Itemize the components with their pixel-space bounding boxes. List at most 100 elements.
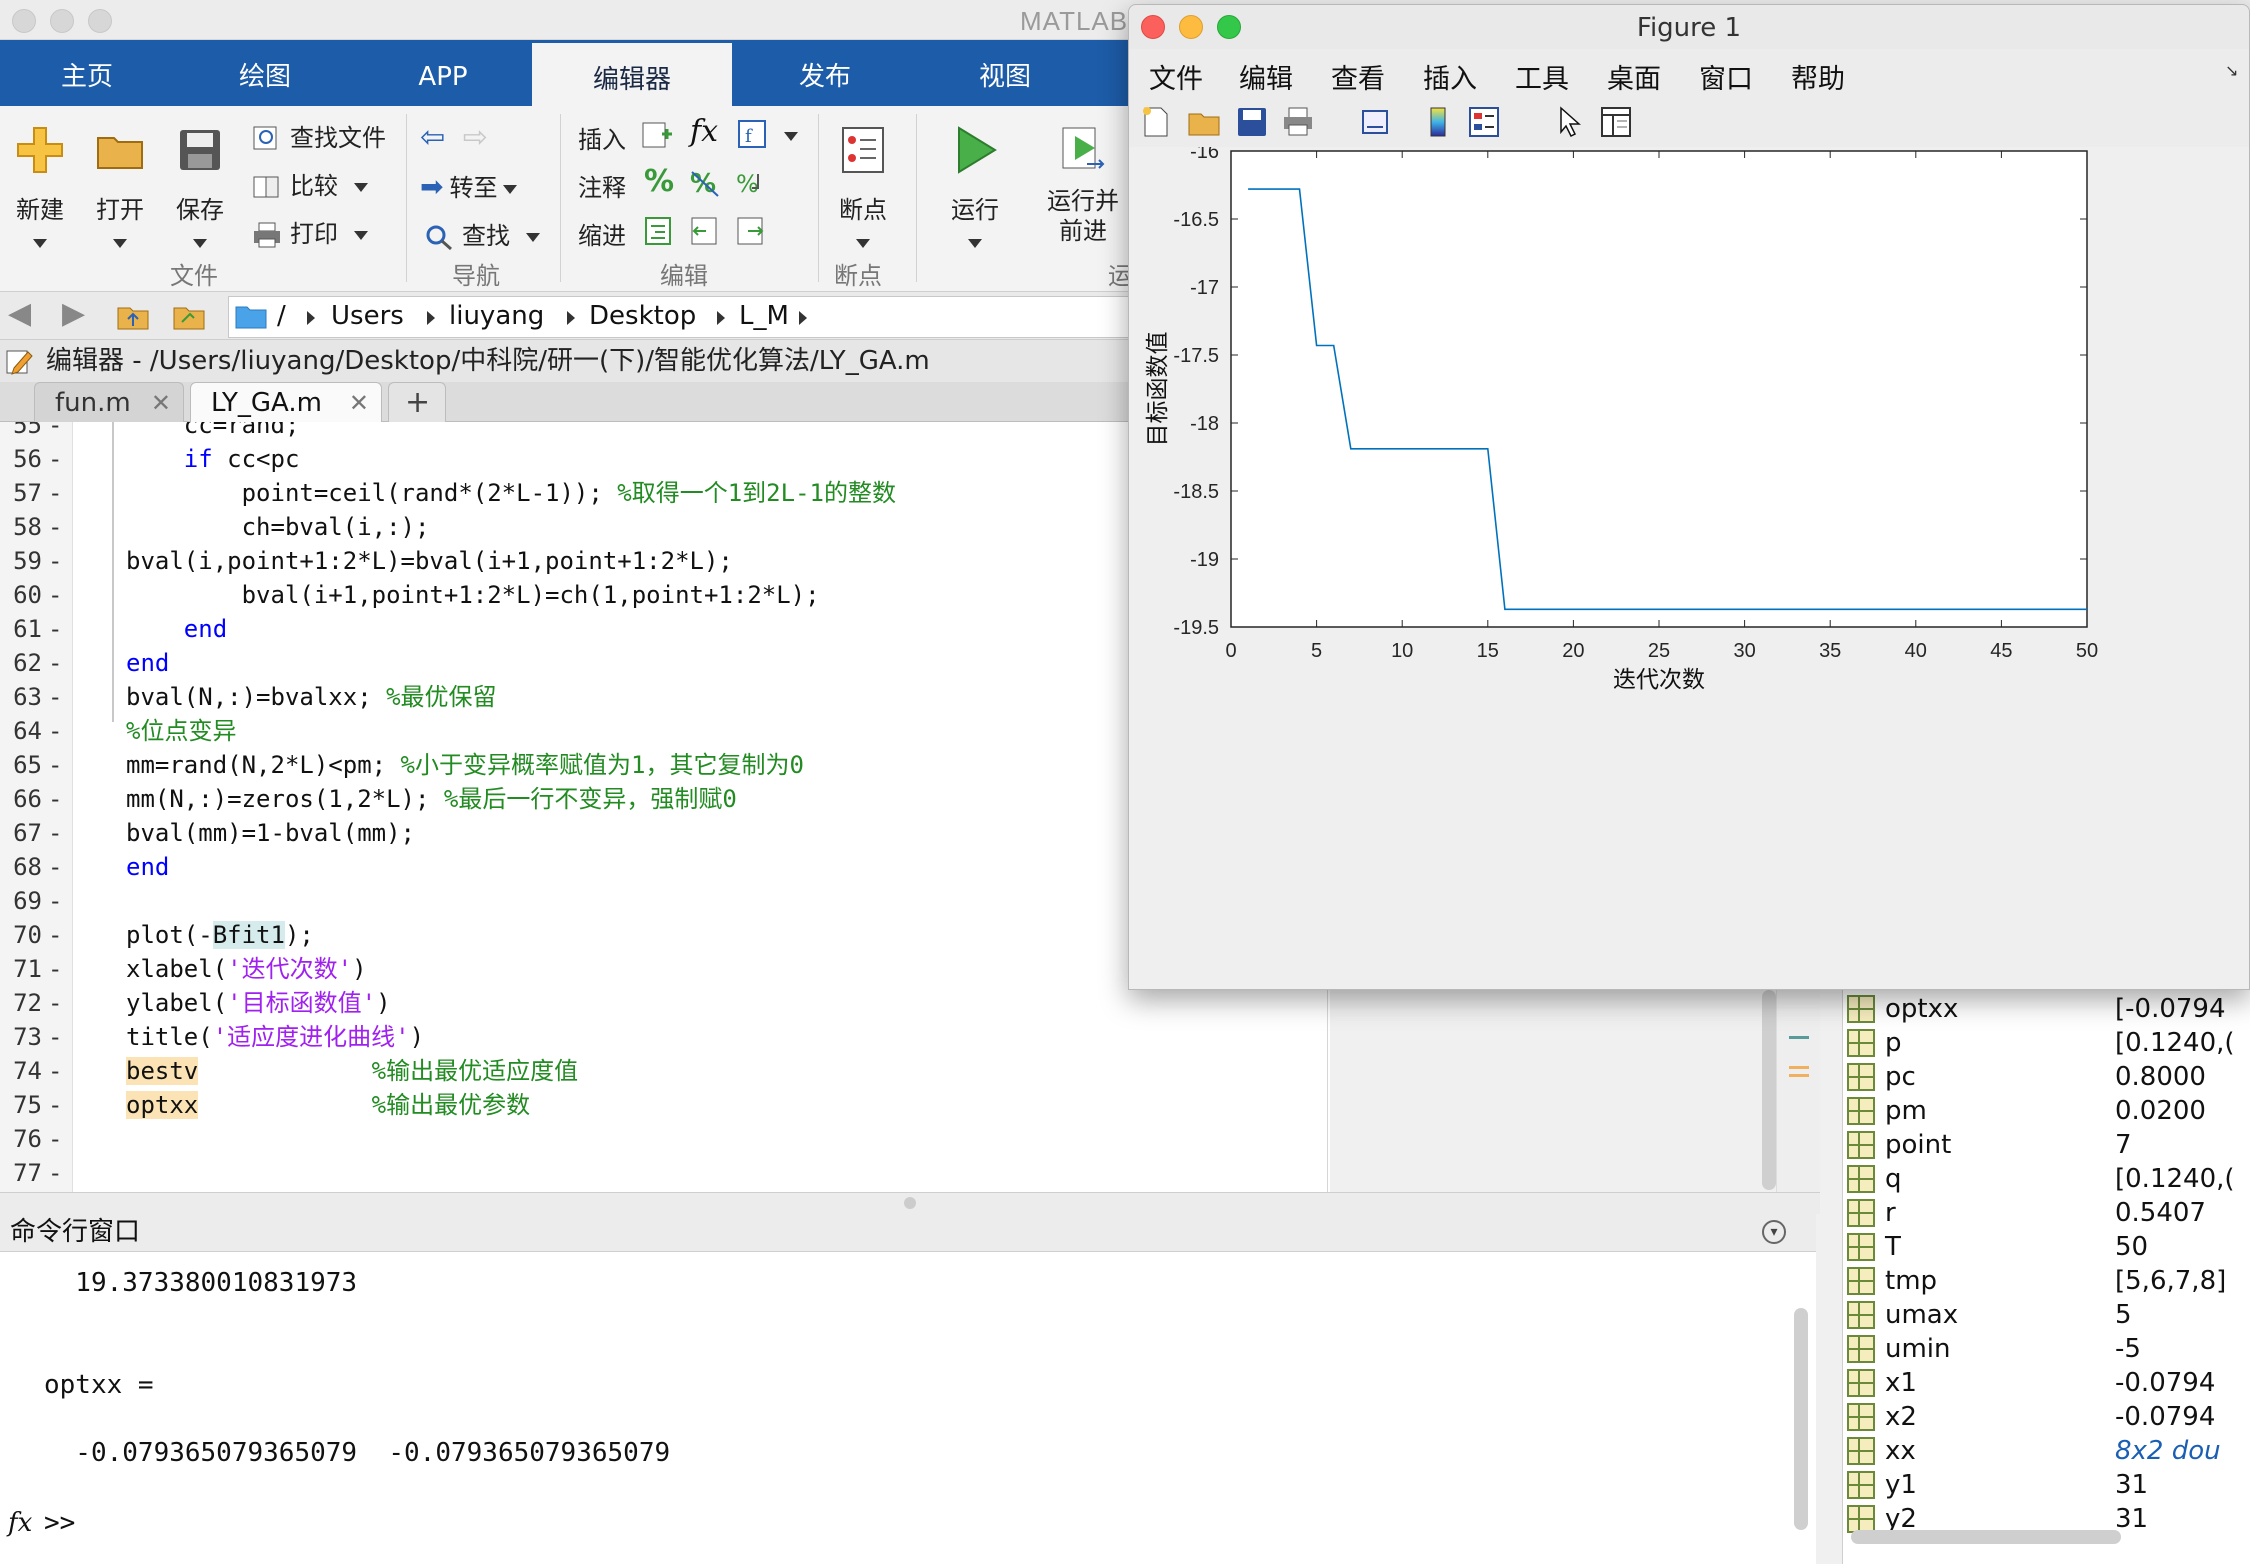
indent-button[interactable]: 缩进 [578, 216, 626, 251]
panel-menu-icon[interactable]: ▾ [1762, 1220, 1786, 1244]
workspace-row[interactable]: optxx [-0.0794 [1843, 992, 2250, 1026]
close-icon[interactable]: ✕ [349, 383, 369, 423]
command-window-scrollbar[interactable] [1794, 1308, 1808, 1530]
code-line[interactable]: 73- title('适应度进化曲线') [0, 1020, 1330, 1054]
breakpoint-dash[interactable]: - [48, 1020, 62, 1054]
print-button[interactable]: 打印 [252, 214, 368, 249]
smart-indent-icon[interactable] [642, 214, 676, 248]
workspace-row[interactable]: point 7 [1843, 1128, 2250, 1162]
colorbar-icon[interactable] [1421, 105, 1455, 139]
cursor-icon[interactable] [1553, 105, 1587, 139]
breakpoint-dash[interactable]: - [48, 918, 62, 952]
breakpoint-dash[interactable]: - [48, 1156, 62, 1190]
menu-file[interactable]: 文件 [1149, 57, 1203, 96]
breakpoint-dash[interactable]: - [48, 422, 62, 442]
workspace-row[interactable]: q [0.1240,( [1843, 1162, 2250, 1196]
save-button[interactable]: 保存 [170, 124, 230, 253]
forward-arrow-icon[interactable]: ▶ [62, 296, 85, 331]
workspace-scrollbar[interactable] [1851, 1530, 2121, 1544]
arrow-left-icon[interactable]: ⇦ [420, 120, 445, 155]
breakpoint-dash[interactable]: - [48, 1054, 62, 1088]
goto-button[interactable]: ➡ 转至 [420, 168, 518, 203]
menu-window[interactable]: 窗口 [1699, 57, 1753, 96]
workspace-row[interactable]: x1 -0.0794 [1843, 1366, 2250, 1400]
editor-scrollbar[interactable] [1762, 990, 1776, 1190]
workspace-row[interactable]: umax 5 [1843, 1298, 2250, 1332]
compare-button[interactable]: 比较 [252, 166, 368, 201]
workspace-row[interactable]: tmp [5,6,7,8] [1843, 1264, 2250, 1298]
insert-function-icon[interactable]: fx [690, 114, 718, 149]
property-editor-icon[interactable] [1599, 105, 1633, 139]
minimize-window-button[interactable] [50, 9, 74, 33]
splitter-grip-icon[interactable] [904, 1197, 916, 1209]
breakpoint-dash[interactable]: - [48, 714, 62, 748]
breakpoint-dash[interactable]: - [48, 1122, 62, 1156]
back-forward-buttons[interactable]: ⇦ ⇨ [420, 120, 488, 155]
new-tab-button[interactable]: + [388, 382, 446, 422]
chevron-down-icon[interactable] [784, 132, 798, 141]
breakpoint-dash[interactable]: - [48, 544, 62, 578]
print-figure-icon[interactable] [1281, 105, 1315, 139]
tab-editor[interactable]: 编辑器 [532, 40, 732, 109]
breakpoint-dash[interactable]: - [48, 612, 62, 646]
code-line[interactable]: 76- [0, 1122, 1330, 1156]
close-window-button[interactable] [12, 9, 36, 33]
tab-plots[interactable]: 绘图 [200, 40, 330, 106]
breakpoint-dash[interactable]: - [48, 782, 62, 816]
up-folder-icon[interactable] [116, 300, 150, 332]
tab-ly-ga-m[interactable]: LY_GA.m ✕ [190, 382, 382, 422]
fitness-chart[interactable]: 0 5 10 15 20 25 30 35 40 45 50 -16 -16.5 -17 -17.5 -18 -… [1129, 123, 2249, 989]
warning-marker[interactable] [1789, 1074, 1809, 1077]
new-figure-icon[interactable] [1139, 105, 1173, 139]
message-marker[interactable] [1789, 1036, 1809, 1039]
find-files-button[interactable]: 查找文件 [252, 118, 386, 153]
breakpoint-dash[interactable]: - [48, 578, 62, 612]
run-button[interactable]: 运行 [940, 124, 1010, 253]
menu-insert[interactable]: 插入 [1423, 57, 1477, 96]
breakpoint-dash[interactable]: - [48, 748, 62, 782]
legend-icon[interactable] [1467, 105, 1501, 139]
open-file-icon[interactable] [1187, 105, 1221, 139]
find-button[interactable]: 查找 [424, 216, 540, 251]
breakpoint-dash[interactable]: - [48, 680, 62, 714]
code-line[interactable]: 77- [0, 1156, 1330, 1190]
back-arrow-icon[interactable]: ◀ [8, 296, 31, 331]
menu-view[interactable]: 查看 [1331, 57, 1385, 96]
workspace-row[interactable]: T 50 [1843, 1230, 2250, 1264]
breakpoints-button[interactable]: 断点 [830, 124, 896, 253]
code-line[interactable]: 72- ylabel('目标函数值') [0, 986, 1330, 1020]
breakpoint-dash[interactable]: - [48, 476, 62, 510]
breakpoint-dash[interactable]: - [48, 510, 62, 544]
workspace-row[interactable]: r 0.5407 [1843, 1196, 2250, 1230]
path-crumb[interactable]: L_M [739, 297, 789, 335]
save-figure-icon[interactable] [1235, 105, 1269, 139]
tab-publish[interactable]: 发布 [760, 40, 890, 106]
menu-desktop[interactable]: 桌面 [1607, 57, 1661, 96]
comment-percent-icon[interactable]: % [644, 164, 674, 199]
workspace-row[interactable]: p [0.1240,( [1843, 1026, 2250, 1060]
workspace-row[interactable]: pm 0.0200 [1843, 1094, 2250, 1128]
menu-help[interactable]: 帮助 [1791, 57, 1845, 96]
increase-indent-icon[interactable] [734, 214, 768, 248]
breakpoint-dash[interactable]: - [48, 1088, 62, 1122]
workspace-row[interactable]: pc 0.8000 [1843, 1060, 2250, 1094]
browse-folder-icon[interactable] [172, 300, 206, 332]
path-crumb[interactable]: Desktop [589, 297, 696, 335]
tab-fun-m[interactable]: fun.m ✕ [34, 382, 184, 422]
tab-view[interactable]: 视图 [940, 40, 1070, 106]
path-root[interactable]: / [277, 297, 286, 335]
open-button[interactable]: 打开 [90, 124, 150, 253]
breakpoint-dash[interactable]: - [48, 952, 62, 986]
code-line[interactable]: 74- bestv %输出最优适应度值 [0, 1054, 1330, 1088]
breakpoint-dash[interactable]: - [48, 850, 62, 884]
link-plot-icon[interactable] [1359, 105, 1393, 139]
dock-figure-icon[interactable]: ↘ [2225, 61, 2238, 80]
path-crumb[interactable]: Users [331, 297, 404, 335]
menu-edit[interactable]: 编辑 [1239, 57, 1293, 96]
run-and-advance-button[interactable]: 运行并 前进 [1040, 124, 1126, 246]
breakpoint-dash[interactable]: - [48, 816, 62, 850]
close-icon[interactable]: ✕ [151, 383, 171, 423]
function-template-icon[interactable]: f [736, 118, 770, 152]
insert-section-icon[interactable] [640, 118, 674, 152]
breakpoint-dash[interactable]: - [48, 884, 62, 918]
